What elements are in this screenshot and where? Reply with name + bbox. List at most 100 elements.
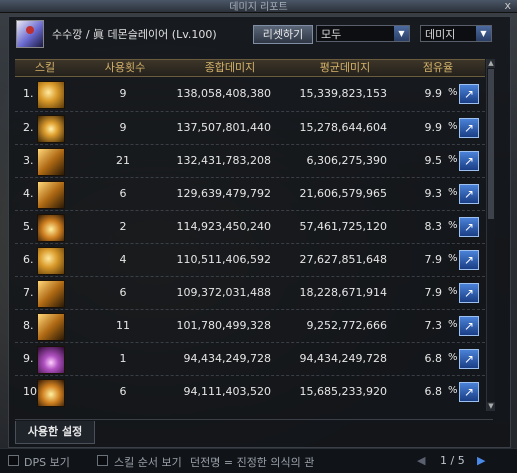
detail-button[interactable] <box>459 283 479 303</box>
scroll-thumb[interactable] <box>488 69 494 219</box>
table-row[interactable]: 3. 21 132,431,783,208 6,306,275,390 9.5 … <box>15 144 485 178</box>
tab-used-settings[interactable]: 사용한 설정 <box>15 421 95 444</box>
table-row[interactable]: 4. 6 129,639,479,792 21,606,579,965 9.3 … <box>15 177 485 211</box>
table-row[interactable]: 10. 6 94,111,403,520 15,685,233,920 6.8 … <box>15 375 485 409</box>
next-page-icon[interactable]: ▶ <box>477 454 485 467</box>
row-total-damage: 101,780,499,328 <box>176 319 271 332</box>
percent-sign: % <box>448 286 458 297</box>
detail-button[interactable] <box>459 382 479 402</box>
row-avg-damage: 94,434,249,728 <box>299 352 387 365</box>
row-share: 7.9 <box>424 286 443 299</box>
table-row[interactable]: 7. 6 109,372,031,488 18,228,671,914 7.9 … <box>15 276 485 310</box>
row-total-damage: 109,372,031,488 <box>176 286 271 299</box>
row-rank: 7. <box>23 286 34 299</box>
header-skill: 스킬 <box>34 61 56 74</box>
dps-view-label: DPS 보기 <box>24 456 70 469</box>
skill-icon <box>37 379 65 407</box>
table-row[interactable]: 6. 4 110,511,406,592 27,627,851,648 7.9 … <box>15 243 485 277</box>
detail-button[interactable] <box>459 349 479 369</box>
row-rank: 6. <box>23 253 34 266</box>
table-row[interactable]: 1. 9 138,058,408,380 15,339,823,153 9.9 … <box>15 78 485 111</box>
detail-button[interactable] <box>459 217 479 237</box>
filter-dropdown-value: 모두 <box>321 28 342 41</box>
row-use-count: 1 <box>119 352 127 365</box>
row-rank: 9. <box>23 352 34 365</box>
row-rank: 3. <box>23 154 34 167</box>
row-rank: 5. <box>23 220 34 233</box>
row-avg-damage: 9,252,772,666 <box>306 319 387 332</box>
row-avg-damage: 57,461,725,120 <box>299 220 387 233</box>
table-row[interactable]: 5. 2 114,923,450,240 57,461,725,120 8.3 … <box>15 210 485 244</box>
header-use-count: 사용횟수 <box>104 61 146 74</box>
scroll-down-icon[interactable]: ▼ <box>487 402 495 411</box>
row-use-count: 11 <box>116 319 130 332</box>
metric-dropdown-value: 데미지 <box>425 28 456 41</box>
detail-button[interactable] <box>459 250 479 270</box>
filter-dropdown[interactable]: 모두 ▼ <box>316 25 410 42</box>
row-rank: 4. <box>23 187 34 200</box>
row-rank: 8. <box>23 319 34 332</box>
detail-button[interactable] <box>459 84 479 104</box>
table-scrollbar[interactable]: ▲ ▼ <box>486 59 495 411</box>
skill-icon <box>37 346 65 374</box>
row-use-count: 4 <box>119 253 127 266</box>
skill-icon <box>37 115 65 143</box>
dungeon-name: 던전명 = 진정한 의식의 관 <box>190 456 315 469</box>
metric-dropdown[interactable]: 데미지 ▼ <box>420 25 492 42</box>
page-indicator: 1 / 5 <box>440 454 465 467</box>
percent-sign: % <box>448 154 458 165</box>
percent-sign: % <box>448 319 458 330</box>
table-header: 스킬 사용횟수 종합데미지 평균데미지 점유율 <box>15 59 485 77</box>
row-share: 8.3 <box>424 220 443 233</box>
skill-icon <box>37 247 65 275</box>
row-avg-damage: 6,306,275,390 <box>306 154 387 167</box>
row-total-damage: 94,111,403,520 <box>183 385 271 398</box>
close-icon[interactable]: x <box>504 0 511 12</box>
row-use-count: 6 <box>119 286 127 299</box>
window-title: 데미지 리포트 <box>229 2 288 13</box>
row-avg-damage: 15,339,823,153 <box>299 87 387 100</box>
skill-icon <box>37 313 65 341</box>
row-use-count: 2 <box>119 220 127 233</box>
character-avatar <box>16 20 44 48</box>
detail-button[interactable] <box>459 316 479 336</box>
row-total-damage: 138,058,408,380 <box>176 87 271 100</box>
table-row[interactable]: 2. 9 137,507,801,440 15,278,644,604 9.9 … <box>15 111 485 145</box>
percent-sign: % <box>448 385 458 396</box>
row-avg-damage: 21,606,579,965 <box>299 187 387 200</box>
settings-tab-bar: 사용한 설정 <box>15 419 493 444</box>
percent-sign: % <box>448 121 458 132</box>
row-total-damage: 94,434,249,728 <box>183 352 271 365</box>
row-total-damage: 114,923,450,240 <box>176 220 271 233</box>
reset-button[interactable]: 리셋하기 <box>253 25 313 44</box>
header-total-damage: 종합데미지 <box>204 61 256 74</box>
row-avg-damage: 15,278,644,604 <box>299 121 387 134</box>
title-bar[interactable]: 데미지 리포트 x <box>0 0 517 13</box>
row-rank: 2. <box>23 121 34 134</box>
detail-button[interactable] <box>459 184 479 204</box>
row-use-count: 6 <box>119 187 127 200</box>
dps-view-checkbox[interactable] <box>8 455 19 466</box>
row-use-count: 9 <box>119 87 127 100</box>
row-total-damage: 129,639,479,792 <box>176 187 271 200</box>
row-share: 6.8 <box>424 352 443 365</box>
skill-icon <box>37 148 65 176</box>
detail-button[interactable] <box>459 118 479 138</box>
skill-icon <box>37 214 65 242</box>
skill-order-checkbox[interactable] <box>97 455 108 466</box>
row-share: 9.3 <box>424 187 443 200</box>
scroll-up-icon[interactable]: ▲ <box>487 59 495 68</box>
row-share: 9.9 <box>424 121 443 134</box>
chevron-down-icon[interactable]: ▼ <box>394 26 409 41</box>
detail-button[interactable] <box>459 151 479 171</box>
row-rank: 1. <box>23 87 34 100</box>
table-row[interactable]: 9. 1 94,434,249,728 94,434,249,728 6.8 % <box>15 342 485 376</box>
row-share: 9.5 <box>424 154 443 167</box>
percent-sign: % <box>448 253 458 264</box>
chevron-down-icon[interactable]: ▼ <box>476 26 491 41</box>
table-row[interactable]: 8. 11 101,780,499,328 9,252,772,666 7.3 … <box>15 309 485 343</box>
percent-sign: % <box>448 187 458 198</box>
row-use-count: 21 <box>116 154 130 167</box>
prev-page-icon[interactable]: ◀ <box>417 454 425 467</box>
row-share: 9.9 <box>424 87 443 100</box>
